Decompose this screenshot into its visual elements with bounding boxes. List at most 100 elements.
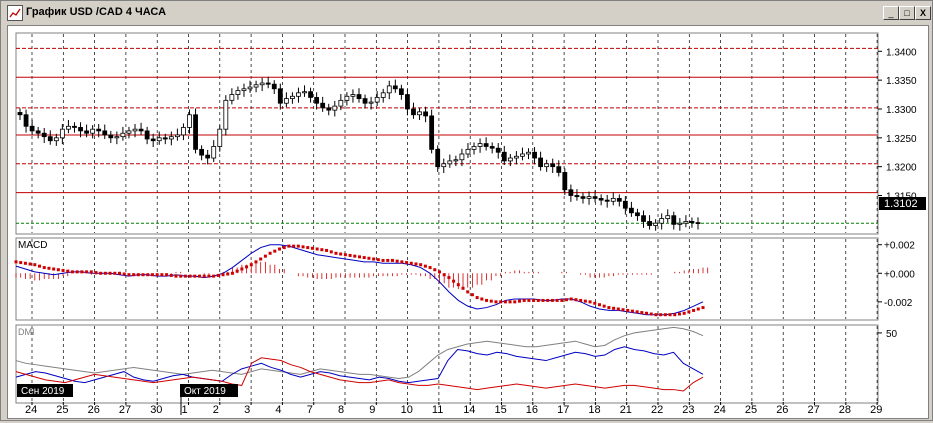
candle-body: [610, 197, 616, 202]
candle-body: [156, 137, 162, 142]
macd-signal-point: [103, 271, 107, 275]
macd-tick-label: +0.000: [884, 269, 915, 280]
macd-signal-point: [372, 257, 376, 261]
macd-signal-point: [75, 270, 79, 274]
candle-body: [29, 125, 35, 132]
candle-body: [174, 134, 180, 138]
close-button[interactable]: X: [915, 6, 931, 20]
macd-signal-point: [494, 300, 498, 304]
candle-body: [332, 105, 338, 111]
candle-body: [271, 83, 277, 90]
price-panel[interactable]: 1.34001.33501.33001.32501.32001.3150 1.3…: [15, 32, 926, 235]
candle-body: [241, 88, 247, 91]
macd-signal-point: [654, 313, 658, 317]
candle-body: [629, 207, 634, 214]
macd-signal-point: [89, 270, 93, 274]
macd-signal-point: [85, 270, 89, 274]
price-tick-label: 1.3250: [886, 134, 917, 145]
macd-signal-point: [14, 260, 18, 264]
candle-body: [671, 215, 677, 225]
macd-signal-point: [602, 304, 606, 308]
macd-signal-point: [555, 298, 559, 302]
candle-body: [641, 215, 646, 222]
candle-body: [223, 99, 229, 130]
dmi-panel[interactable]: 50 DMI Сен 2019 Окт 2019: [15, 324, 898, 404]
macd-signal-point: [405, 261, 409, 265]
title-bar[interactable]: График USD /CAD 4 ЧАСА _ □ X: [2, 2, 931, 23]
macd-signal-point: [42, 266, 46, 270]
candle-body: [441, 163, 447, 168]
candle-body: [695, 222, 701, 225]
macd-signal-point: [588, 300, 592, 304]
macd-signal-point: [423, 264, 427, 268]
candle-body: [211, 146, 217, 159]
date-tick-label: 2: [213, 404, 219, 416]
macd-signal-point: [621, 308, 625, 312]
candle-body: [193, 114, 198, 150]
candle-body: [247, 86, 253, 90]
macd-signal-point: [597, 303, 601, 307]
macd-signal-point: [296, 244, 300, 248]
macd-signal-point: [536, 298, 540, 302]
candle-body: [84, 130, 89, 134]
month-label-sep: Сен 2019: [21, 386, 65, 397]
macd-signal-point: [419, 263, 423, 267]
candle-body: [350, 94, 356, 97]
date-tick-label: 25: [745, 404, 757, 416]
macd-signal-point: [329, 250, 333, 254]
date-tick-label: 30: [150, 404, 162, 416]
candle-body: [120, 132, 126, 138]
macd-signal-point: [593, 301, 597, 305]
candle-body: [259, 82, 265, 86]
candle-body: [53, 137, 59, 142]
macd-signal-point: [118, 271, 122, 275]
macd-signal-point: [310, 246, 314, 250]
macd-signal-point: [348, 253, 352, 257]
macd-signal-point: [150, 273, 154, 277]
macd-signal-point: [80, 270, 84, 274]
candle-body: [162, 137, 168, 140]
macd-signal-point: [38, 264, 42, 268]
candle-body: [108, 134, 114, 139]
macd-signal-point: [701, 306, 705, 310]
candle-body: [181, 127, 186, 136]
macd-signal-point: [160, 273, 164, 277]
macd-signal-point: [635, 310, 639, 314]
macd-signal-point: [489, 299, 493, 303]
macd-signal-point: [141, 273, 145, 277]
macd-signal-point: [343, 253, 347, 257]
candle-body: [544, 163, 550, 168]
last-price-label: 1.3102: [884, 198, 918, 210]
macd-signal-point: [94, 271, 98, 275]
candle-body: [665, 215, 671, 219]
candle-body: [405, 94, 410, 110]
minimize-button[interactable]: _: [883, 6, 899, 20]
macd-signal-point: [616, 307, 620, 311]
macd-panel[interactable]: +0.002 +0.000 -0.002 MACD: [14, 237, 916, 321]
macd-signal-point: [273, 249, 277, 253]
date-tick-label: 10: [401, 404, 413, 416]
maximize-button[interactable]: □: [899, 6, 915, 20]
macd-signal-point: [692, 308, 696, 312]
candle-body: [507, 157, 513, 162]
date-tick-label: 4: [275, 404, 281, 416]
candle-body: [562, 172, 568, 191]
macd-signal-point: [325, 248, 329, 252]
macd-signal-point: [395, 259, 399, 263]
candle-body: [471, 146, 477, 150]
macd-signal-point: [579, 298, 583, 302]
candle-body: [150, 138, 156, 142]
candle-body: [483, 143, 489, 147]
macd-signal-point: [532, 298, 536, 302]
macd-signal-point: [550, 298, 554, 302]
macd-signal-point: [108, 271, 112, 275]
candle-body: [465, 148, 471, 155]
candle-body: [23, 114, 29, 127]
date-tick-label: 15: [495, 404, 507, 416]
macd-signal-point: [668, 313, 672, 317]
dmi-tick-label: 50: [886, 329, 898, 340]
chart-area[interactable]: 1.34001.33501.33001.32501.32001.3150 1.3…: [7, 25, 929, 419]
macd-signal-point: [33, 263, 37, 267]
date-tick-label: 17: [557, 404, 569, 416]
macd-signal-point: [485, 298, 489, 302]
